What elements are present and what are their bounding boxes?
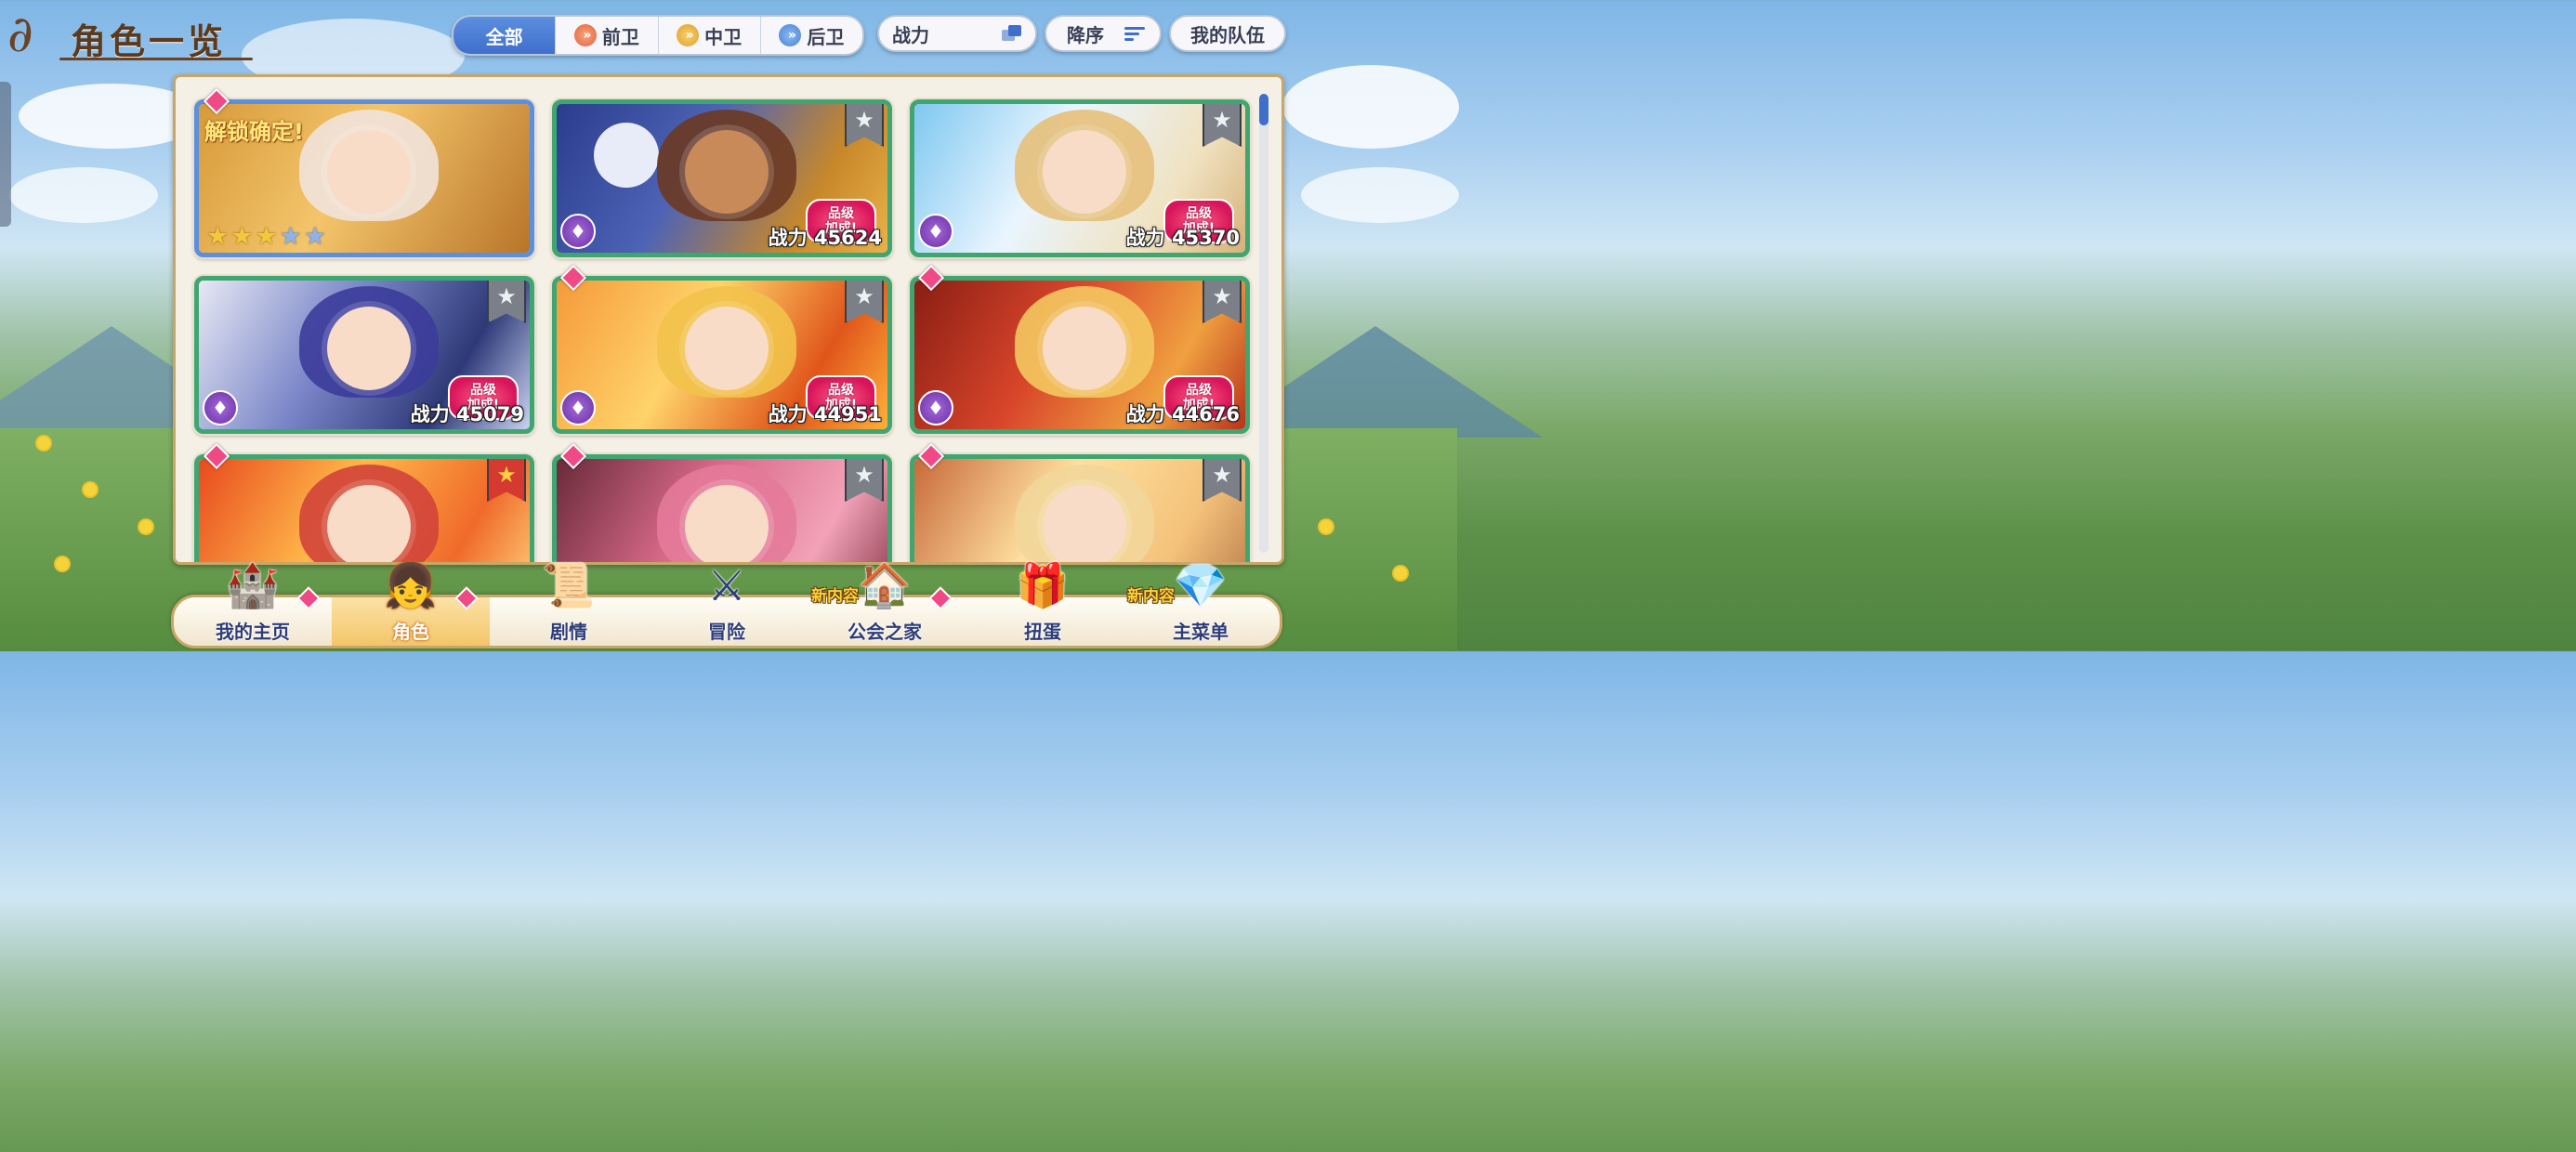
- character-list-panel: 解锁确定! ★ ★ ★ ★ ★ ★ 品级 加成! ♦ 战力 45624 ★ 品级: [173, 74, 1284, 565]
- star-empty-icon: ★: [279, 222, 302, 251]
- window-stack-icon: [1002, 25, 1022, 42]
- new-content-label: 新内容: [1127, 587, 1175, 606]
- nav-main-menu[interactable]: 💎 新内容 主菜单: [1122, 564, 1280, 646]
- character-portrait: [199, 459, 530, 562]
- page-title-text: 角色一览: [71, 20, 228, 62]
- my-team-label: 我的队伍: [1190, 23, 1265, 46]
- page-title: ∂ 角色一览: [4, 4, 255, 67]
- power-value: 战力 44951: [769, 399, 882, 427]
- character-portrait: [914, 459, 1245, 562]
- character-card[interactable]: ★ 品级 加成! ♦ 战力 44676: [910, 276, 1250, 434]
- power-number: 45370: [1171, 227, 1240, 249]
- moon-icon: [594, 123, 659, 188]
- nav-home[interactable]: 🏰 我的主页: [174, 564, 332, 646]
- character-card[interactable]: ★ 品级 加成! ♦ 战力 45624: [552, 99, 892, 257]
- power-value: 战力 45624: [769, 223, 882, 251]
- character-portrait: [557, 459, 887, 562]
- sort-field-button[interactable]: 战力: [877, 15, 1037, 52]
- bottom-nav: 🏰 我的主页 👧 角色 📜 剧情 ⚔ 冒险 🏠 新内容 公会之家 🎁 扭蛋 💎 …: [171, 564, 1282, 648]
- unlock-confirmed-label: 解锁确定!: [204, 119, 304, 145]
- sword-role-icon: ♦: [918, 390, 953, 425]
- new-content-label: 新内容: [811, 587, 859, 606]
- my-team-button[interactable]: 我的队伍: [1169, 15, 1286, 52]
- tab-all[interactable]: 全部: [453, 17, 557, 54]
- nav-characters-label: 角色: [392, 621, 429, 643]
- sort-order-button[interactable]: 降序: [1045, 15, 1162, 52]
- power-label: 战力: [1125, 227, 1165, 249]
- character-card[interactable]: ★ 品级 加成! ♦ 战力 45079: [194, 276, 534, 434]
- character-card[interactable]: ★: [552, 454, 892, 562]
- power-label: 战力: [1125, 403, 1165, 425]
- tab-middle[interactable]: » 中卫: [659, 17, 761, 54]
- nav-adventure[interactable]: ⚔ 冒险: [648, 564, 806, 646]
- power-label: 战力: [768, 403, 808, 425]
- crystal-icon: 💎: [1174, 560, 1228, 610]
- sword-role-icon: ♦: [918, 214, 953, 249]
- bonus-line1: 品级: [1186, 383, 1212, 398]
- sword-role-icon: ♦: [203, 390, 238, 425]
- nav-main-menu-label: 主菜单: [1173, 621, 1229, 643]
- character-card[interactable]: ★: [194, 454, 534, 562]
- list-scrollbar[interactable]: [1259, 94, 1268, 553]
- nav-adventure-label: 冒险: [708, 621, 745, 643]
- power-number: 44676: [1171, 403, 1240, 425]
- tab-all-label: 全部: [485, 25, 523, 48]
- sword-role-icon: ♦: [560, 390, 596, 425]
- character-icon: 👧: [384, 560, 438, 610]
- character-card[interactable]: ★ 品级 加成! ♦ 战力 45370: [910, 99, 1250, 257]
- castle-icon: 🏰: [226, 560, 280, 610]
- position-filter-tabs: 全部 » 前卫 » 中卫 » 后卫: [452, 15, 864, 56]
- power-number: 45079: [455, 403, 524, 425]
- power-number: 44951: [813, 403, 882, 425]
- sword-role-icon: ♦: [560, 214, 596, 249]
- tab-back-label: 后卫: [807, 25, 845, 48]
- middle-position-icon: »: [677, 24, 700, 46]
- star-icon: ★: [255, 222, 278, 251]
- scrollbar-thumb[interactable]: [1259, 94, 1268, 125]
- bonus-line1: 品级: [470, 383, 496, 398]
- bonus-line1: 品级: [1186, 206, 1212, 221]
- flag-sword-icon: ⚔: [707, 560, 746, 610]
- side-drawer-handle[interactable]: [0, 82, 11, 227]
- gacha-icon: 🎁: [1016, 560, 1070, 610]
- nav-gacha-label: 扭蛋: [1024, 621, 1061, 643]
- nav-guild-house-label: 公会之家: [848, 621, 922, 643]
- bonus-line1: 品级: [828, 206, 854, 221]
- power-number: 45624: [813, 227, 882, 249]
- title-ornament: ∂: [7, 5, 33, 63]
- star-icon: ★: [230, 222, 254, 251]
- star-icon: ★: [206, 222, 230, 251]
- character-card[interactable]: 解锁确定! ★ ★ ★ ★ ★: [194, 99, 534, 257]
- power-label: 战力: [410, 403, 450, 425]
- tab-front-label: 前卫: [601, 25, 639, 48]
- power-value: 战力 44676: [1126, 399, 1240, 427]
- star-rating: ★ ★ ★ ★ ★: [206, 224, 326, 249]
- power-value: 战力 45370: [1126, 223, 1240, 251]
- title-underline: [59, 58, 253, 60]
- sort-descending-icon: [1124, 26, 1145, 41]
- power-label: 战力: [768, 227, 808, 249]
- star-empty-icon: ★: [303, 222, 327, 251]
- power-value: 战力 45079: [411, 399, 524, 427]
- guild-house-icon: 🏠: [858, 560, 912, 610]
- nav-home-label: 我的主页: [216, 621, 290, 643]
- character-card[interactable]: ★ 品级 加成! ♦ 战力 44951: [552, 276, 892, 434]
- back-position-icon: »: [779, 24, 802, 46]
- sort-order-label: 降序: [1067, 23, 1104, 46]
- sort-field-label: 战力: [892, 23, 929, 46]
- tab-middle-label: 中卫: [704, 25, 743, 48]
- character-card[interactable]: ★: [910, 454, 1250, 562]
- nav-gacha[interactable]: 🎁 扭蛋: [964, 564, 1122, 646]
- nav-story[interactable]: 📜 剧情: [490, 564, 648, 646]
- tab-back[interactable]: » 后卫: [761, 17, 862, 54]
- nav-guild-house[interactable]: 🏠 新内容 公会之家: [806, 564, 964, 646]
- nav-characters[interactable]: 👧 角色: [332, 564, 490, 646]
- front-position-icon: »: [573, 24, 597, 46]
- tab-front[interactable]: » 前卫: [556, 17, 659, 54]
- scroll-icon: 📜: [542, 560, 596, 610]
- bonus-line1: 品级: [828, 383, 854, 398]
- nav-story-label: 剧情: [550, 621, 587, 643]
